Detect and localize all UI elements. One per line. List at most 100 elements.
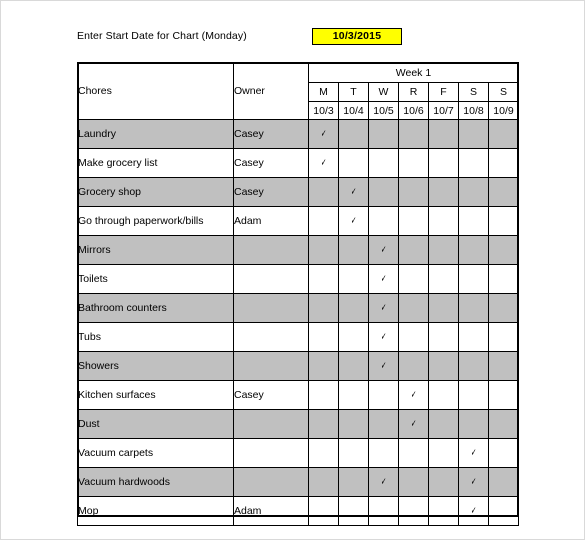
checkmark-cell-empty[interactable] [308, 235, 339, 265]
checkmark-cell-empty[interactable] [368, 148, 399, 178]
checkmark-cell-empty[interactable] [428, 496, 459, 526]
checkmark-cell-empty[interactable] [428, 322, 459, 352]
checkmark-cell-empty[interactable] [428, 264, 459, 294]
checkmark-cell-empty[interactable] [398, 177, 429, 207]
checkmark-cell-empty[interactable] [368, 206, 399, 236]
checkmark-cell-empty[interactable] [488, 467, 519, 497]
checkmark-cell-empty[interactable] [398, 467, 429, 497]
checkmark-cell-filled[interactable]: ✓ [368, 351, 399, 381]
checkmark-cell-empty[interactable] [398, 206, 429, 236]
checkmark-cell-empty[interactable] [308, 264, 339, 294]
checkmark-cell-empty[interactable] [458, 322, 489, 352]
checkmark-cell-filled[interactable]: ✓ [368, 264, 399, 294]
checkmark-cell-empty[interactable] [398, 496, 429, 526]
checkmark-cell-empty[interactable] [488, 409, 519, 439]
checkmark-cell-filled[interactable]: ✓ [368, 235, 399, 265]
checkmark-cell-empty[interactable] [398, 235, 429, 265]
checkmark-cell-empty[interactable] [338, 438, 369, 468]
checkmark-cell-empty[interactable] [398, 264, 429, 294]
owner-cell[interactable] [233, 409, 309, 439]
checkmark-cell-empty[interactable] [398, 351, 429, 381]
owner-cell[interactable] [233, 351, 309, 381]
checkmark-cell-filled[interactable]: ✓ [308, 119, 339, 149]
start-date-input[interactable]: 10/3/2015 [312, 28, 402, 45]
checkmark-cell-empty[interactable] [368, 409, 399, 439]
checkmark-cell-empty[interactable] [428, 148, 459, 178]
checkmark-cell-filled[interactable]: ✓ [338, 177, 369, 207]
checkmark-cell-empty[interactable] [488, 438, 519, 468]
checkmark-cell-empty[interactable] [368, 438, 399, 468]
checkmark-cell-empty[interactable] [398, 148, 429, 178]
checkmark-cell-empty[interactable] [308, 380, 339, 410]
owner-cell[interactable]: Casey [233, 148, 309, 178]
checkmark-cell-empty[interactable] [458, 206, 489, 236]
checkmark-cell-empty[interactable] [308, 293, 339, 323]
checkmark-cell-filled[interactable]: ✓ [398, 409, 429, 439]
checkmark-cell-empty[interactable] [398, 438, 429, 468]
checkmark-cell-empty[interactable] [428, 293, 459, 323]
checkmark-cell-filled[interactable]: ✓ [458, 438, 489, 468]
checkmark-cell-empty[interactable] [488, 119, 519, 149]
checkmark-cell-empty[interactable] [368, 496, 399, 526]
owner-cell[interactable] [233, 235, 309, 265]
owner-cell[interactable] [233, 264, 309, 294]
owner-cell[interactable]: Adam [233, 496, 309, 526]
owner-cell[interactable]: Casey [233, 119, 309, 149]
checkmark-cell-empty[interactable] [488, 496, 519, 526]
checkmark-cell-empty[interactable] [428, 351, 459, 381]
checkmark-cell-empty[interactable] [338, 119, 369, 149]
checkmark-cell-empty[interactable] [458, 235, 489, 265]
checkmark-cell-empty[interactable] [458, 148, 489, 178]
checkmark-cell-empty[interactable] [308, 177, 339, 207]
checkmark-cell-empty[interactable] [398, 119, 429, 149]
checkmark-cell-empty[interactable] [458, 264, 489, 294]
checkmark-cell-filled[interactable]: ✓ [338, 206, 369, 236]
checkmark-cell-empty[interactable] [338, 380, 369, 410]
checkmark-cell-empty[interactable] [428, 206, 459, 236]
checkmark-cell-filled[interactable]: ✓ [368, 293, 399, 323]
checkmark-cell-empty[interactable] [458, 119, 489, 149]
checkmark-cell-empty[interactable] [338, 409, 369, 439]
checkmark-cell-empty[interactable] [458, 177, 489, 207]
checkmark-cell-empty[interactable] [338, 293, 369, 323]
checkmark-cell-filled[interactable]: ✓ [308, 148, 339, 178]
owner-cell[interactable]: Casey [233, 177, 309, 207]
checkmark-cell-empty[interactable] [488, 264, 519, 294]
checkmark-cell-empty[interactable] [488, 235, 519, 265]
checkmark-cell-empty[interactable] [308, 351, 339, 381]
checkmark-cell-empty[interactable] [338, 235, 369, 265]
checkmark-cell-empty[interactable] [398, 322, 429, 352]
checkmark-cell-empty[interactable] [308, 438, 339, 468]
checkmark-cell-filled[interactable]: ✓ [368, 322, 399, 352]
checkmark-cell-empty[interactable] [338, 496, 369, 526]
checkmark-cell-filled[interactable]: ✓ [458, 467, 489, 497]
checkmark-cell-empty[interactable] [428, 119, 459, 149]
checkmark-cell-empty[interactable] [488, 293, 519, 323]
checkmark-cell-empty[interactable] [338, 264, 369, 294]
checkmark-cell-empty[interactable] [308, 206, 339, 236]
checkmark-cell-empty[interactable] [308, 467, 339, 497]
checkmark-cell-empty[interactable] [428, 235, 459, 265]
checkmark-cell-empty[interactable] [308, 496, 339, 526]
checkmark-cell-empty[interactable] [338, 148, 369, 178]
checkmark-cell-empty[interactable] [488, 148, 519, 178]
checkmark-cell-empty[interactable] [428, 380, 459, 410]
checkmark-cell-empty[interactable] [368, 177, 399, 207]
checkmark-cell-empty[interactable] [488, 380, 519, 410]
owner-cell[interactable] [233, 438, 309, 468]
checkmark-cell-empty[interactable] [308, 409, 339, 439]
checkmark-cell-empty[interactable] [308, 322, 339, 352]
checkmark-cell-empty[interactable] [428, 438, 459, 468]
checkmark-cell-empty[interactable] [428, 177, 459, 207]
owner-cell[interactable] [233, 467, 309, 497]
owner-cell[interactable] [233, 322, 309, 352]
checkmark-cell-empty[interactable] [398, 293, 429, 323]
owner-cell[interactable]: Adam [233, 206, 309, 236]
checkmark-cell-filled[interactable]: ✓ [398, 380, 429, 410]
checkmark-cell-empty[interactable] [488, 177, 519, 207]
checkmark-cell-empty[interactable] [458, 409, 489, 439]
checkmark-cell-empty[interactable] [458, 293, 489, 323]
checkmark-cell-empty[interactable] [338, 467, 369, 497]
checkmark-cell-empty[interactable] [368, 119, 399, 149]
checkmark-cell-empty[interactable] [458, 380, 489, 410]
